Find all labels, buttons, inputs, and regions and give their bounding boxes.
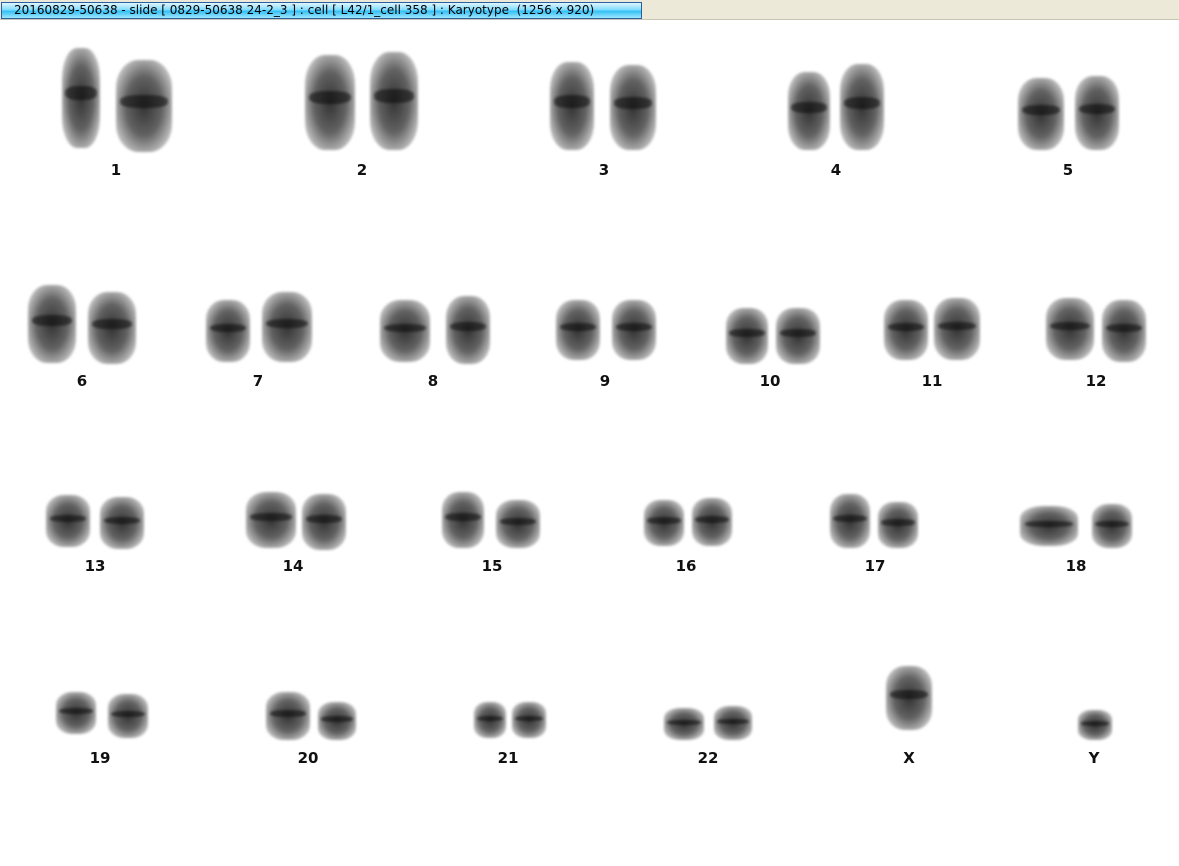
chromosome-17-1: [830, 494, 870, 548]
chromosome-18-2: [1092, 504, 1132, 548]
chromosome-22-2: [714, 706, 752, 740]
chromosome-12-1: [1046, 298, 1094, 360]
chromosome-17-2: [878, 502, 918, 548]
chromosome-label-17: 17: [864, 557, 886, 575]
chromosome-16-1: [644, 500, 684, 546]
chromosome-21-2: [512, 702, 546, 738]
chromosome-label-18: 18: [1065, 557, 1087, 575]
chromosome-14-1: [246, 492, 296, 548]
chromosome-label-22: 22: [697, 749, 719, 767]
chromosome-13-1: [46, 495, 90, 547]
chromosome-X-1: [886, 666, 932, 730]
chromosome-2-2: [370, 52, 418, 150]
karyogram-canvas: 1 2 3 4 5 6 7 8 9 10 11 12 13 14 15 16 17 18 19 20 21 22 X Y: [0, 20, 1179, 866]
chromosome-20-1: [266, 692, 310, 740]
chromosome-7-1: [206, 300, 250, 362]
chromosome-label-5: 5: [1062, 161, 1074, 179]
window-titlebar: 20160829-50638 - slide [ 0829-50638 24-2…: [0, 0, 1179, 20]
chromosome-4-1: [788, 72, 830, 150]
chromosome-19-1: [56, 692, 96, 734]
chromosome-label-20: 20: [297, 749, 319, 767]
chromosome-6-2: [88, 292, 136, 364]
chromosome-11-2: [934, 298, 980, 360]
chromosome-label-9: 9: [599, 372, 611, 390]
chromosome-label-19: 19: [89, 749, 111, 767]
chromosome-22-1: [664, 708, 704, 740]
chromosome-label-Y: Y: [1088, 749, 1100, 767]
chromosome-3-2: [610, 65, 656, 150]
chromosome-label-15: 15: [481, 557, 503, 575]
chromosome-label-12: 12: [1085, 372, 1107, 390]
chromosome-15-1: [442, 492, 484, 548]
chromosome-15-2: [496, 500, 540, 548]
chromosome-label-X: X: [903, 749, 915, 767]
chromosome-19-2: [108, 694, 148, 738]
chromosome-3-1: [550, 62, 594, 150]
chromosome-9-1: [556, 300, 600, 360]
chromosome-16-2: [692, 498, 732, 546]
chromosome-label-2: 2: [356, 161, 368, 179]
chromosome-label-21: 21: [497, 749, 519, 767]
chromosome-label-3: 3: [598, 161, 610, 179]
chromosome-18-1: [1020, 506, 1078, 546]
chromosome-2-1: [305, 55, 355, 150]
chromosome-4-2: [840, 64, 884, 150]
chromosome-label-10: 10: [759, 372, 781, 390]
chromosome-14-2: [302, 494, 346, 550]
chromosome-label-11: 11: [921, 372, 943, 390]
chromosome-label-4: 4: [830, 161, 842, 179]
chromosome-9-2: [612, 300, 656, 360]
chromosome-label-8: 8: [427, 372, 439, 390]
chromosome-1-2: [116, 60, 172, 152]
chromosome-20-2: [318, 702, 356, 740]
chromosome-label-1: 1: [110, 161, 122, 179]
chromosome-8-1: [380, 300, 430, 362]
chromosome-12-2: [1102, 300, 1146, 362]
chromosome-6-1: [28, 285, 76, 363]
chromosome-5-1: [1018, 78, 1064, 150]
chromosome-7-2: [262, 292, 312, 362]
chromosome-label-6: 6: [76, 372, 88, 390]
chromosome-11-1: [884, 300, 928, 360]
chromosome-10-2: [776, 308, 820, 364]
chromosome-8-2: [446, 296, 490, 364]
chromosome-13-2: [100, 497, 144, 549]
chromosome-label-7: 7: [252, 372, 264, 390]
chromosome-5-2: [1075, 76, 1119, 150]
chromosome-10-1: [726, 308, 768, 364]
chromosome-label-14: 14: [282, 557, 304, 575]
chromosome-1-1: [62, 48, 100, 148]
chromosome-label-13: 13: [84, 557, 106, 575]
window-title: 20160829-50638 - slide [ 0829-50638 24-2…: [1, 2, 642, 19]
chromosome-21-1: [474, 702, 506, 738]
chromosome-Y-1: [1078, 710, 1112, 740]
chromosome-label-16: 16: [675, 557, 697, 575]
